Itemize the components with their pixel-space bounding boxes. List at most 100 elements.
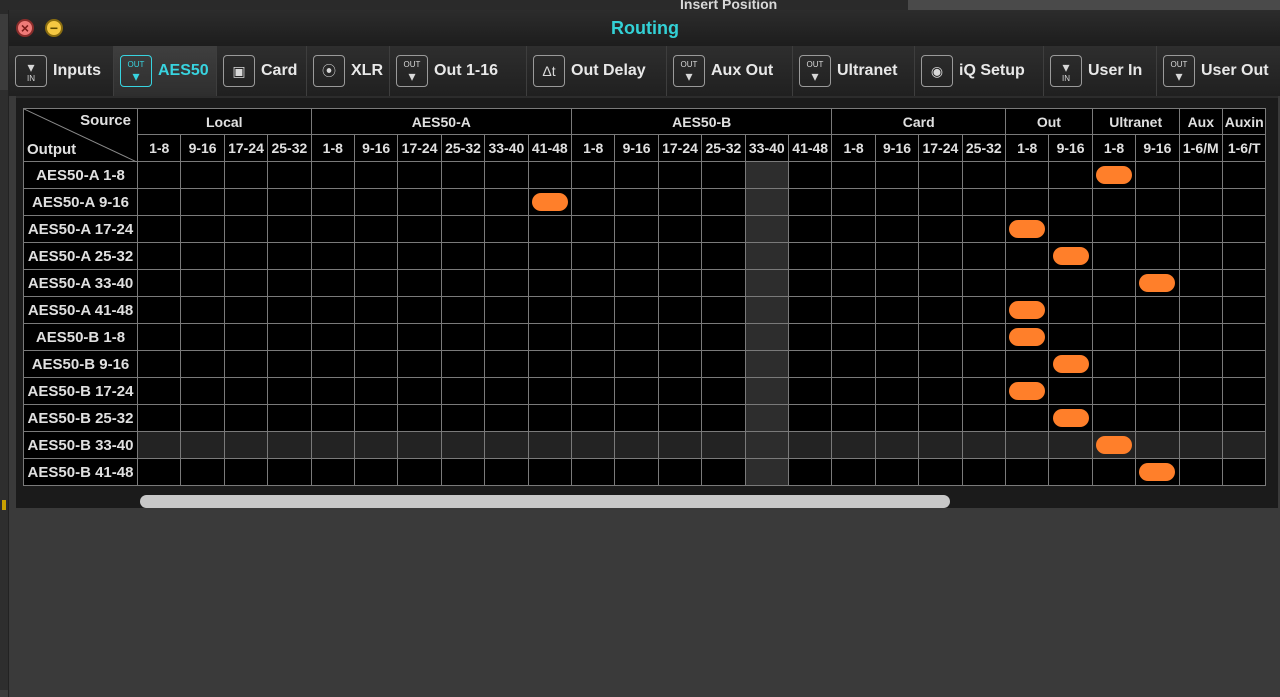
routing-cell[interactable] [962,162,1006,189]
routing-cell[interactable] [181,216,225,243]
routing-cell[interactable] [441,459,486,486]
routing-cell[interactable] [1092,351,1137,378]
routing-cell[interactable] [441,297,486,324]
routing-cell[interactable] [268,405,312,432]
tab-inputs[interactable]: ▾ IN Inputs [9,46,114,96]
routing-cell[interactable] [224,297,269,324]
routing-cell[interactable] [1006,432,1050,459]
routing-cell[interactable] [485,432,529,459]
routing-cell[interactable] [398,243,442,270]
routing-cell[interactable] [1049,432,1093,459]
routing-cell[interactable] [528,351,572,378]
routing-cell[interactable] [355,459,399,486]
routing-cell[interactable] [398,189,442,216]
routing-cell[interactable] [875,243,920,270]
routing-cell[interactable] [919,297,963,324]
routing-cell[interactable] [962,216,1006,243]
tab-aes50[interactable]: OUT ▾ AES50 [114,46,217,96]
routing-cell[interactable] [702,162,746,189]
routing-cell[interactable] [441,270,486,297]
routing-cell[interactable] [658,162,703,189]
routing-cell[interactable] [398,297,442,324]
routing-cell[interactable] [919,243,963,270]
routing-cell[interactable] [702,189,746,216]
routing-cell[interactable] [224,270,269,297]
routing-cell[interactable] [1223,432,1267,459]
routing-cell[interactable] [311,378,355,405]
routing-cell[interactable] [1136,432,1180,459]
routing-cell[interactable] [789,432,833,459]
routing-cell[interactable] [398,324,442,351]
routing-cell[interactable] [138,216,182,243]
routing-cell[interactable] [181,270,225,297]
tab-user-out[interactable]: OUT ▾ User Out [1157,46,1280,96]
routing-cell[interactable] [572,432,616,459]
routing-cell[interactable] [789,378,833,405]
tab-out-delay[interactable]: Δt Out Delay [527,46,667,96]
tab-ultranet[interactable]: OUT ▾ Ultranet [793,46,915,96]
routing-cell[interactable] [268,351,312,378]
routing-cell[interactable] [1006,189,1050,216]
routing-cell[interactable] [181,162,225,189]
routing-cell[interactable] [268,162,312,189]
routing-cell[interactable] [485,405,529,432]
routing-cell[interactable] [658,432,703,459]
routing-cell[interactable] [745,324,789,351]
routing-cell[interactable] [181,405,225,432]
routing-cell[interactable] [1223,270,1267,297]
routing-cell[interactable] [745,459,789,486]
routing-cell[interactable] [528,243,572,270]
routing-cell[interactable] [485,351,529,378]
routing-cell[interactable] [572,162,616,189]
routing-cell[interactable] [919,405,963,432]
routing-cell[interactable] [1179,432,1223,459]
routing-cell[interactable] [1136,189,1180,216]
routing-cell[interactable] [1179,459,1223,486]
routing-cell[interactable] [615,405,659,432]
routing-cell[interactable] [441,243,486,270]
routing-cell[interactable] [572,216,616,243]
routing-cell[interactable] [1049,189,1093,216]
route-indicator[interactable] [1009,382,1046,400]
routing-cell[interactable] [1049,405,1093,432]
routing-cell[interactable] [789,189,833,216]
routing-cell[interactable] [615,216,659,243]
routing-cell[interactable] [572,243,616,270]
routing-cell[interactable] [789,351,833,378]
routing-cell[interactable] [1136,351,1180,378]
routing-cell[interactable] [572,378,616,405]
routing-cell[interactable] [441,216,486,243]
routing-cell[interactable] [1092,162,1137,189]
routing-cell[interactable] [658,270,703,297]
routing-cell[interactable] [832,297,876,324]
routing-cell[interactable] [919,162,963,189]
routing-cell[interactable] [1092,432,1137,459]
routing-cell[interactable] [1179,378,1223,405]
routing-cell[interactable] [1223,459,1267,486]
routing-cell[interactable] [832,459,876,486]
routing-cell[interactable] [658,324,703,351]
routing-cell[interactable] [528,432,572,459]
routing-cell[interactable] [398,378,442,405]
tab-card[interactable]: ▣ Card [217,46,307,96]
routing-cell[interactable] [138,324,182,351]
routing-cell[interactable] [181,243,225,270]
routing-cell[interactable] [311,351,355,378]
routing-cell[interactable] [789,459,833,486]
routing-cell[interactable] [1049,270,1093,297]
routing-cell[interactable] [1006,459,1050,486]
routing-cell[interactable] [1223,351,1267,378]
routing-cell[interactable] [658,459,703,486]
routing-cell[interactable] [224,459,269,486]
routing-cell[interactable] [789,324,833,351]
routing-cell[interactable] [745,405,789,432]
routing-cell[interactable] [875,351,920,378]
routing-cell[interactable] [572,405,616,432]
routing-cell[interactable] [1179,351,1223,378]
routing-cell[interactable] [138,243,182,270]
scrollbar-thumb[interactable] [140,495,950,508]
routing-cell[interactable] [789,162,833,189]
routing-cell[interactable] [658,216,703,243]
tab-xlr[interactable]: ⦿ XLR [307,46,390,96]
routing-cell[interactable] [1049,297,1093,324]
